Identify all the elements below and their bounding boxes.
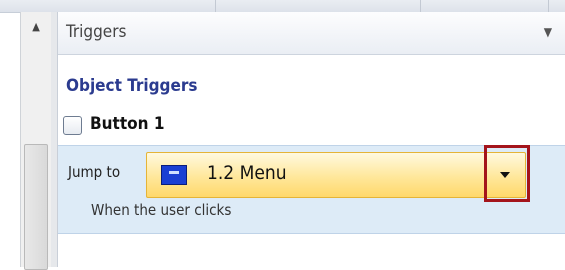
vertical-scrollbar[interactable]: ▲ <box>20 12 52 270</box>
object-label[interactable]: Button 1 <box>90 114 165 134</box>
jump-target-value: 1.2 Menu <box>207 162 287 184</box>
trigger-action-label[interactable]: Jump to <box>68 163 120 181</box>
panel-header[interactable]: Triggers ▼ <box>58 12 565 55</box>
slide-icon <box>161 165 187 185</box>
ruler-tick <box>548 0 549 12</box>
scrollbar-thumb[interactable] <box>24 144 48 270</box>
panel-title: Triggers <box>66 22 127 42</box>
object-triggers-heading: Object Triggers <box>66 76 198 96</box>
ruler-tick <box>420 0 421 12</box>
object-checkbox[interactable] <box>63 116 82 135</box>
chevron-down-icon[interactable]: ▼ <box>544 25 552 39</box>
trigger-condition[interactable]: When the user clicks <box>91 201 231 219</box>
callout-box <box>484 145 530 202</box>
scroll-up-arrow-icon[interactable]: ▲ <box>21 12 51 40</box>
jump-target-dropdown[interactable]: 1.2 Menu <box>146 152 526 198</box>
ruler-tick <box>215 0 216 12</box>
